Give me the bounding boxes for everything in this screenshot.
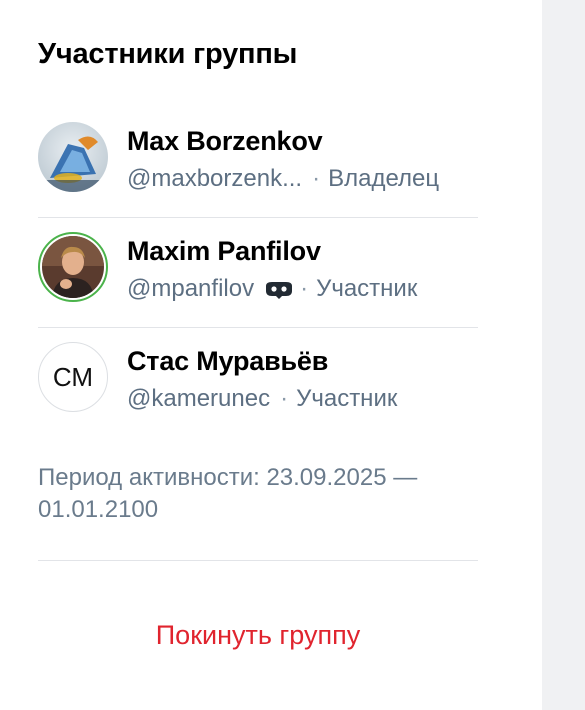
activity-period: Период активности: 23.09.2025 — 01.01.21… bbox=[38, 464, 418, 523]
group-members-panel: Участники группы Max Borzenkov @maxborze… bbox=[0, 0, 542, 710]
member-row[interactable]: Maxim Panfilov @mpanfilov · Участник bbox=[38, 218, 478, 328]
meta-separator: · bbox=[300, 275, 309, 302]
meta-separator: · bbox=[280, 385, 289, 412]
avatar-photo-icon bbox=[42, 236, 104, 298]
member-role: Участник bbox=[296, 385, 398, 412]
avatar-photo-icon bbox=[38, 122, 108, 192]
member-handle[interactable]: @mpanfilov bbox=[127, 275, 254, 303]
member-row[interactable]: Max Borzenkov @maxborzenk... · Владелец bbox=[38, 108, 478, 218]
meta-separator: · bbox=[312, 165, 321, 192]
member-meta: @mpanfilov · Участник bbox=[127, 275, 417, 303]
bot-mask-icon bbox=[264, 279, 294, 299]
member-role: Владелец bbox=[328, 165, 440, 192]
leave-group-button[interactable]: Покинуть группу bbox=[0, 620, 516, 651]
member-name[interactable]: Max Borzenkov bbox=[127, 126, 323, 157]
avatar[interactable] bbox=[38, 122, 108, 192]
member-row[interactable]: СМ Стас Муравьёв @kamerunec · Участник bbox=[38, 328, 478, 438]
member-handle[interactable]: @maxborzenk... bbox=[127, 165, 302, 193]
section-divider bbox=[38, 560, 478, 561]
page: Участники группы Max Borzenkov @maxborze… bbox=[0, 0, 585, 710]
member-name[interactable]: Стас Муравьёв bbox=[127, 346, 328, 377]
avatar-initials[interactable]: СМ bbox=[38, 342, 108, 412]
member-handle[interactable]: @kamerunec bbox=[127, 385, 270, 413]
panel-title: Участники группы bbox=[38, 38, 298, 70]
member-meta: @kamerunec · Участник bbox=[127, 385, 397, 413]
avatar[interactable] bbox=[38, 232, 108, 302]
right-gutter bbox=[542, 0, 585, 710]
member-name[interactable]: Maxim Panfilov bbox=[127, 236, 321, 267]
member-meta: @maxborzenk... · Владелец bbox=[127, 165, 439, 193]
member-role: Участник bbox=[316, 275, 418, 302]
